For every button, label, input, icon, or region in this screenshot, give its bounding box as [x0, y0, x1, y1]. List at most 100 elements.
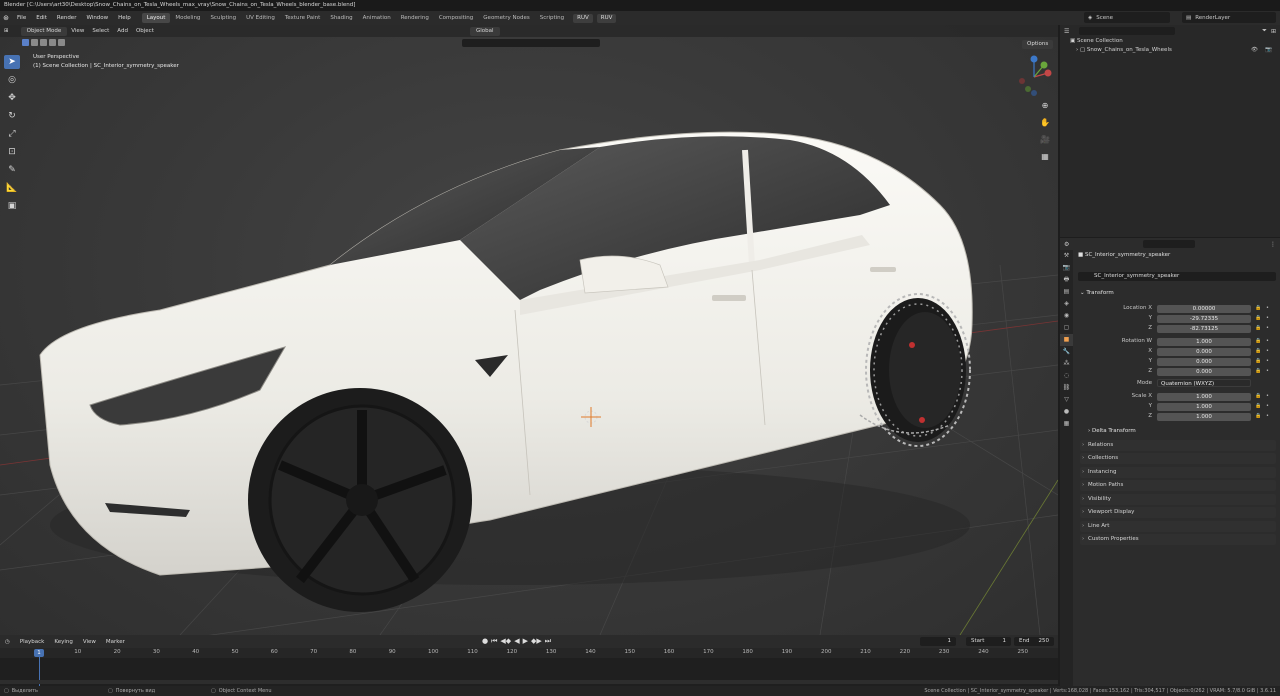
menu-object[interactable]: Object — [132, 28, 158, 34]
annotate-icon[interactable]: ✎ — [4, 163, 20, 177]
rotation-y-field[interactable]: 0.000 — [1157, 358, 1251, 366]
zoom-icon[interactable]: ⊕ — [1038, 99, 1052, 113]
select-box-icon[interactable]: ➤ — [4, 55, 20, 69]
lock-icon[interactable]: 🔒 — [1255, 368, 1261, 374]
frame-ruler[interactable]: 10 20 30 40 50 60 70 80 90 100 110 120 130 140 150 160 1… — [0, 648, 1058, 658]
menu-add[interactable]: Add — [113, 28, 132, 34]
menu-marker[interactable]: Marker — [101, 639, 130, 645]
menu-timeline-view[interactable]: View — [78, 639, 101, 645]
menu-select[interactable]: Select — [88, 28, 113, 34]
start-frame-field[interactable]: Start 1 — [966, 637, 1011, 646]
delta-transform-header[interactable]: › Delta Transform — [1088, 428, 1136, 434]
view-layer-tab-icon[interactable]: ▤ — [1060, 286, 1073, 298]
new-collection-icon[interactable]: ⊞ — [1271, 28, 1276, 35]
menu-playback[interactable]: Playback — [15, 639, 50, 645]
select-mode-buttons[interactable] — [22, 39, 65, 49]
section-visibility[interactable]: Visibility — [1080, 494, 1276, 505]
object-name-field[interactable]: SC_Interior_symmetry_speaker — [1078, 272, 1276, 281]
lock-icon[interactable]: 🔒 — [1255, 358, 1261, 364]
end-frame-field[interactable]: End 250 — [1014, 637, 1054, 646]
camera-icon[interactable]: 🎥 — [1038, 133, 1052, 147]
transform-icon[interactable]: ⊡ — [4, 145, 20, 159]
render-camera-icon[interactable]: 📷 — [1265, 46, 1272, 55]
section-viewport-display[interactable]: Viewport Display — [1080, 507, 1276, 518]
keyframe-dot-icon[interactable]: • — [1266, 368, 1269, 374]
render-layer-selector[interactable]: ▤ RenderLayer — [1182, 12, 1276, 23]
lock-icon[interactable]: 🔒 — [1255, 325, 1261, 331]
section-motion-paths[interactable]: Motion Paths — [1080, 480, 1276, 491]
section-line-art[interactable]: Line Art — [1080, 521, 1276, 532]
prev-key-icon[interactable]: ◀◆ — [500, 637, 511, 646]
constraints-tab-icon[interactable]: ⛓ — [1060, 382, 1073, 394]
rotation-w-field[interactable]: 1.000 — [1157, 338, 1251, 346]
object-tab-icon[interactable]: ■ — [1060, 334, 1073, 346]
tool-tab-icon[interactable]: ⚒ — [1060, 250, 1073, 262]
timeline-editor-icon[interactable]: ◷ — [0, 639, 15, 645]
play-icon[interactable]: ▶ — [523, 637, 528, 646]
navigation-gizmo[interactable] — [1010, 53, 1058, 101]
jump-start-icon[interactable]: ⏮ — [491, 637, 497, 646]
jump-end-icon[interactable]: ⏭ — [545, 637, 551, 646]
grid-icon[interactable]: ▦ — [1038, 150, 1052, 164]
add-cube-icon[interactable]: ▣ — [4, 199, 20, 213]
tab-scripting[interactable]: Scripting — [535, 13, 569, 23]
pan-hand-icon[interactable]: ✋ — [1038, 116, 1052, 130]
lock-icon[interactable]: 🔒 — [1255, 315, 1261, 321]
play-reverse-icon[interactable]: ◀ — [514, 637, 519, 646]
keyframe-dot-icon[interactable]: • — [1266, 403, 1269, 409]
rotation-z-field[interactable]: 0.000 — [1157, 368, 1251, 376]
cursor-icon[interactable]: ◎ — [4, 73, 20, 87]
editor-type-icon[interactable]: ⊞ — [0, 28, 13, 34]
keyframe-dot-icon[interactable]: • — [1266, 358, 1269, 364]
physics-tab-icon[interactable]: ◌ — [1060, 370, 1073, 382]
keyframe-dot-icon[interactable]: • — [1266, 348, 1269, 354]
output-tab-icon[interactable]: 🖶 — [1060, 274, 1073, 286]
ruv-button[interactable]: RUV — [573, 13, 593, 23]
outliner-search-input[interactable] — [1079, 27, 1176, 35]
material-tab-icon[interactable]: ● — [1060, 406, 1073, 418]
tab-rendering[interactable]: Rendering — [396, 13, 434, 23]
transform-section-header[interactable]: ⌄ Transform — [1080, 290, 1114, 296]
section-relations[interactable]: Relations — [1080, 440, 1276, 451]
keyframe-dot-icon[interactable]: • — [1266, 338, 1269, 344]
keyframe-dot-icon[interactable]: • — [1266, 325, 1269, 331]
render-tab-icon[interactable]: 📷 — [1060, 262, 1073, 274]
ruv-button[interactable]: RUV — [596, 13, 617, 23]
tab-geometry-nodes[interactable]: Geometry Nodes — [478, 13, 534, 23]
visibility-eye-icon[interactable]: 👁 — [1251, 46, 1258, 55]
menu-view[interactable]: View — [67, 28, 88, 34]
rotate-icon[interactable]: ↻ — [4, 109, 20, 123]
tab-shading[interactable]: Shading — [325, 13, 357, 23]
collection-tab-icon[interactable]: ▢ — [1060, 322, 1073, 334]
menu-window[interactable]: Window — [81, 15, 113, 21]
3d-viewport[interactable]: ⊞ Object Mode View Select Add Object Glo… — [0, 25, 1058, 635]
rotation-x-field[interactable]: 0.000 — [1157, 348, 1251, 356]
expand-arrow-icon[interactable]: › — [1076, 47, 1078, 53]
scale-x-field[interactable]: 1.000 — [1157, 393, 1251, 401]
menu-edit[interactable]: Edit — [31, 15, 52, 21]
tab-modeling[interactable]: Modeling — [170, 13, 205, 23]
section-instancing[interactable]: Instancing — [1080, 467, 1276, 478]
outliner-editor-icon[interactable]: ☰ — [1064, 28, 1069, 35]
scale-y-field[interactable]: 1.000 — [1157, 403, 1251, 411]
world-tab-icon[interactable]: ◉ — [1060, 310, 1073, 322]
timeline-area[interactable]: 10 20 30 40 50 60 70 80 90 100 110 120 130 140 150 160 1… — [0, 648, 1058, 686]
section-collections[interactable]: Collections — [1080, 453, 1276, 464]
keyframe-dot-icon[interactable]: • — [1266, 393, 1269, 399]
filter-icon[interactable]: ⏷ — [1262, 27, 1267, 35]
menu-file[interactable]: File — [12, 15, 31, 21]
playhead-frame[interactable]: 1 — [34, 649, 44, 657]
lock-icon[interactable]: 🔒 — [1255, 305, 1261, 311]
properties-search-input[interactable] — [1143, 240, 1196, 248]
measure-icon[interactable]: 📐 — [4, 181, 20, 195]
scale-z-field[interactable]: 1.000 — [1157, 413, 1251, 421]
record-icon[interactable]: ● — [482, 637, 488, 646]
lock-icon[interactable]: 🔒 — [1255, 348, 1261, 354]
outliner-scene-collection[interactable]: ▣ Scene Collection — [1060, 37, 1280, 46]
tab-uv-editing[interactable]: UV Editing — [241, 13, 280, 23]
keyframe-dot-icon[interactable]: • — [1266, 413, 1269, 419]
tab-compositing[interactable]: Compositing — [434, 13, 478, 23]
scene-tab-icon[interactable]: ◈ — [1060, 298, 1073, 310]
menu-keying[interactable]: Keying — [49, 639, 77, 645]
texture-tab-icon[interactable]: ▦ — [1060, 418, 1073, 430]
